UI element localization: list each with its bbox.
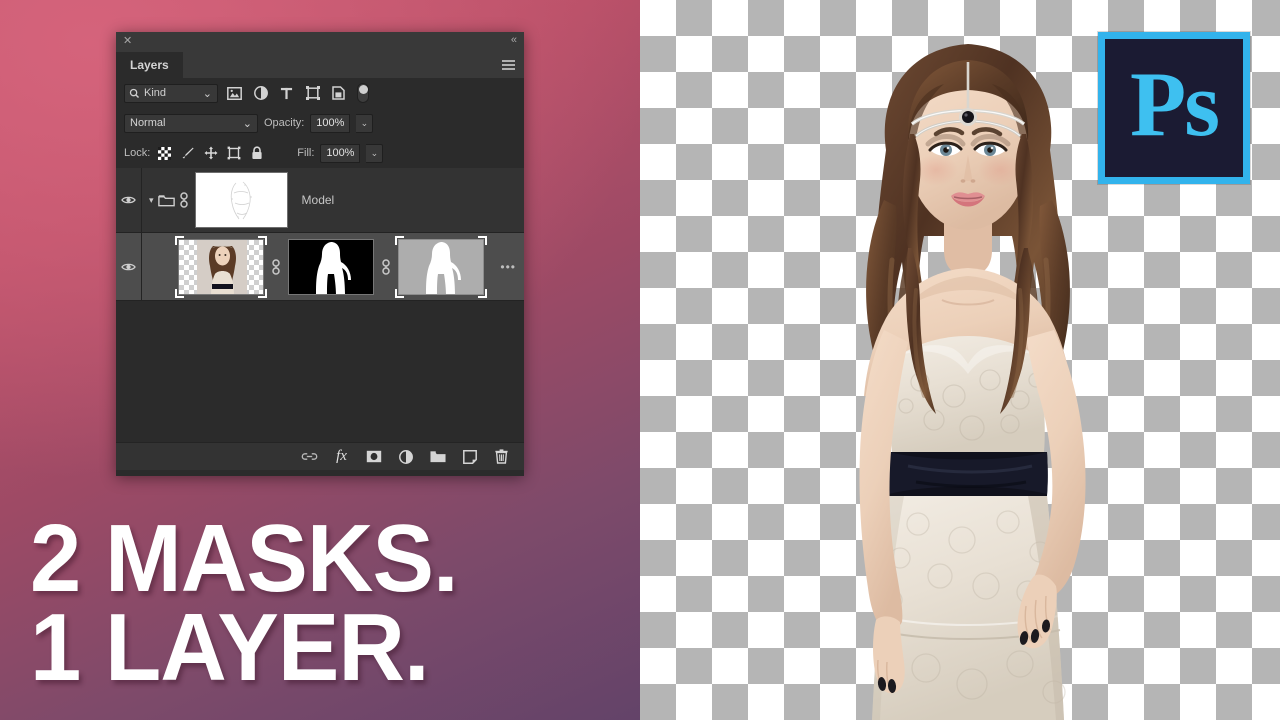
delete-layer-icon[interactable] — [493, 448, 510, 465]
chevron-down-icon: ⌄ — [242, 117, 252, 130]
filter-kind-label: Kind — [144, 87, 167, 99]
fill-label: Fill: — [297, 147, 315, 159]
new-layer-icon[interactable] — [461, 448, 478, 465]
headline-line-1: 2 MASKS. — [30, 505, 459, 613]
lock-all-icon[interactable] — [248, 145, 265, 162]
layer-row-overflow[interactable]: ••• — [500, 260, 516, 274]
visibility-toggle[interactable] — [116, 233, 142, 300]
opacity-label: Opacity: — [264, 117, 305, 129]
photoshop-logo: Ps — [1098, 32, 1250, 184]
fx-label: fx — [336, 448, 347, 464]
layer-filter-row: Kind ⌄ — [116, 78, 524, 108]
blend-mode-select[interactable]: Normal ⌄ — [124, 113, 258, 133]
link-layers-icon[interactable] — [301, 448, 318, 465]
shape-layer-filter-icon[interactable] — [303, 84, 322, 103]
fill-stepper[interactable]: ⌄ — [366, 143, 384, 163]
adjustment-layer-filter-icon[interactable] — [251, 84, 270, 103]
layer-image-thumbnail[interactable] — [175, 235, 267, 298]
lock-label: Lock: — [124, 147, 151, 159]
eye-icon — [121, 196, 136, 204]
new-adjustment-layer-icon[interactable] — [397, 448, 414, 465]
new-group-icon[interactable] — [429, 448, 446, 465]
transparency-canvas: Ps — [640, 0, 1280, 720]
tab-layers[interactable]: Layers — [116, 52, 183, 78]
link-icon[interactable] — [271, 258, 281, 275]
eye-icon — [121, 263, 136, 270]
layer-style-fx-icon[interactable]: fx — [333, 448, 350, 465]
layer-mask-thumbnail[interactable] — [288, 238, 374, 295]
fill-input[interactable]: 100% — [320, 143, 361, 163]
layer-row-selected[interactable]: ••• — [116, 233, 524, 301]
vector-mask-thumbnail[interactable] — [395, 235, 487, 298]
type-layer-filter-icon[interactable] — [277, 84, 296, 103]
headline-text: 2 MASKS. 1 LAYER. — [30, 505, 459, 701]
chevron-down-icon[interactable]: ▾ — [149, 195, 154, 206]
layers-panel[interactable]: ✕ « Layers Kind ⌄ Normal ⌄ Opacity: 100%… — [116, 32, 524, 476]
smart-object-filter-icon[interactable] — [329, 84, 348, 103]
layer-row-group-model[interactable]: ▾ Model — [116, 168, 524, 233]
chevron-down-icon: ⌄ — [202, 87, 212, 100]
blend-mode-value: Normal — [130, 117, 166, 129]
panel-bottom-edge — [116, 470, 524, 476]
close-icon[interactable]: ✕ — [123, 35, 132, 47]
panel-tab-row: Layers — [116, 52, 524, 78]
opacity-input[interactable]: 100% — [310, 113, 351, 133]
screenshot-stage: Ps 2 MASKS. 1 LAYER. ✕ « Layers Kind ⌄ N… — [0, 0, 1280, 720]
link-icon[interactable] — [179, 192, 189, 208]
collapse-panel-icon[interactable]: « — [511, 34, 517, 47]
panel-titlebar: ✕ « — [116, 32, 524, 52]
lock-image-pixels-icon[interactable] — [179, 145, 196, 162]
blend-mode-row: Normal ⌄ Opacity: 100% ⌄ — [116, 108, 524, 138]
opacity-stepper[interactable]: ⌄ — [356, 113, 374, 133]
search-icon — [129, 88, 140, 98]
layer-name-model[interactable]: Model — [302, 193, 335, 207]
add-layer-mask-icon[interactable] — [365, 448, 382, 465]
lock-artboard-nesting-icon[interactable] — [225, 145, 242, 162]
link-icon[interactable] — [381, 258, 391, 275]
lock-transparent-pixels-icon[interactable] — [156, 145, 173, 162]
group-mask-thumbnail[interactable] — [194, 172, 288, 228]
lock-position-icon[interactable] — [202, 145, 219, 162]
panel-menu-icon[interactable] — [502, 60, 515, 70]
pixel-layer-filter-icon[interactable] — [225, 84, 244, 103]
filter-enable-toggle[interactable] — [357, 83, 369, 103]
photoshop-logo-text: Ps — [1130, 53, 1220, 155]
folder-icon — [157, 194, 175, 206]
filter-kind-select[interactable]: Kind ⌄ — [124, 83, 218, 103]
headline-line-2: 1 LAYER. — [30, 593, 430, 701]
visibility-toggle[interactable] — [116, 168, 142, 232]
layers-panel-footer: fx — [116, 442, 524, 470]
lock-row: Lock: Fill: 100% ⌄ — [116, 138, 524, 168]
layers-list[interactable]: ▾ Model ••• — [116, 168, 524, 442]
